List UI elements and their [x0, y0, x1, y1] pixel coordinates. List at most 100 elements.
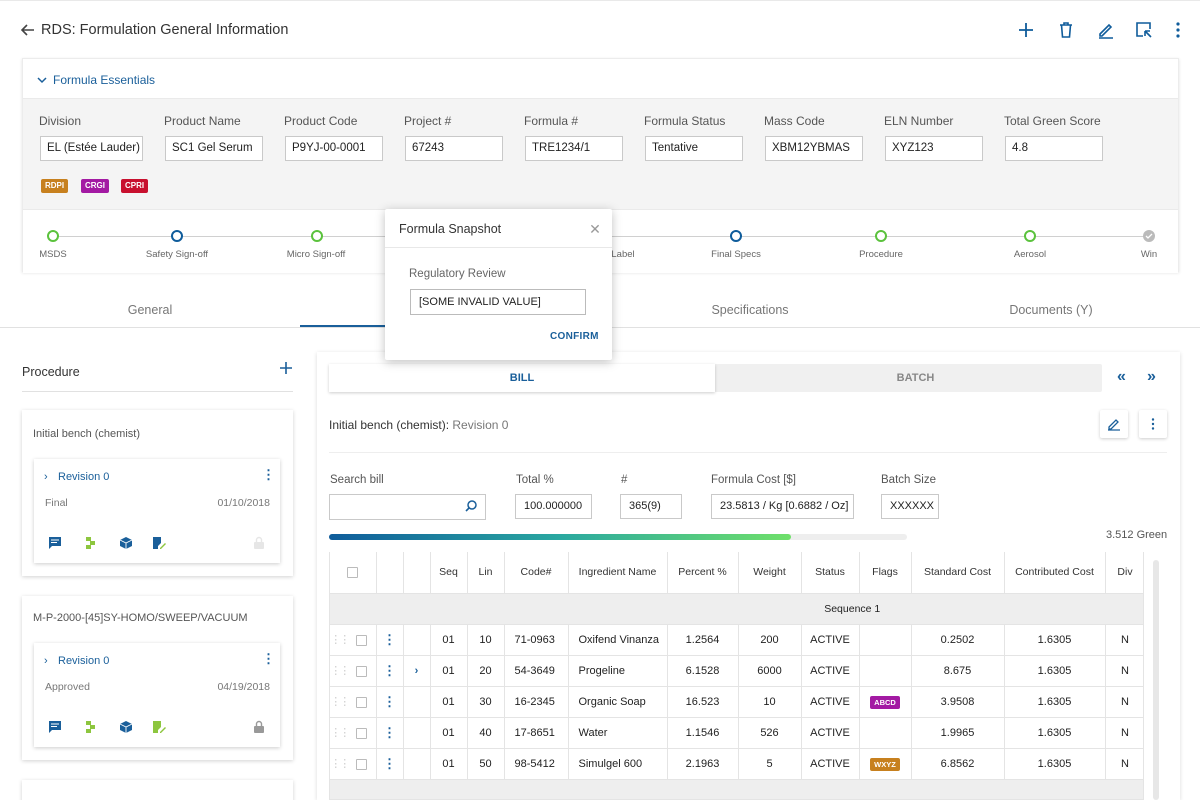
drag-handle-icon[interactable]: ⋮⋮: [330, 665, 350, 677]
edit-icon[interactable]: [1094, 19, 1118, 43]
procedure-card[interactable]: M-P-2000-[45]SY-HOMO/SWEEP/VACUUM › Revi…: [22, 596, 293, 760]
header-contributed-cost[interactable]: Contributed Cost: [1004, 552, 1106, 594]
add-procedure-icon[interactable]: [278, 361, 294, 377]
select-all-cell[interactable]: [330, 552, 377, 594]
drag-handle-icon[interactable]: ⋮⋮: [330, 758, 350, 770]
formula-number-field[interactable]: TRE1234/1: [525, 136, 623, 161]
table-row[interactable]: ⋮⋮ ⋮ 01 40 17-8651 Water 1.1546 526 ACTI…: [330, 717, 1143, 749]
chevron-right-icon[interactable]: ›: [44, 655, 48, 667]
row-menu-icon[interactable]: ⋮: [383, 663, 396, 678]
row-menu-icon[interactable]: ⋮: [383, 756, 396, 771]
tab-specifications[interactable]: Specifications: [711, 303, 788, 317]
search-bill-input[interactable]: [329, 494, 486, 520]
header-flags[interactable]: Flags: [859, 552, 912, 594]
more-vert-icon[interactable]: ⋮: [262, 467, 275, 483]
cell-standard-cost: 3.9508: [911, 686, 1005, 718]
back-arrow-icon[interactable]: [18, 22, 38, 40]
product-code-field[interactable]: P9YJ-00-0001: [285, 136, 383, 161]
drag-handle-icon[interactable]: ⋮⋮: [330, 696, 350, 708]
division-field[interactable]: EL (Estée Lauder): [40, 136, 143, 161]
batch-toggle-button[interactable]: BATCH: [729, 364, 1102, 392]
step-final-specs-dot[interactable]: [730, 230, 742, 242]
select-all-checkbox[interactable]: [347, 566, 359, 578]
table-row[interactable]: ⋮⋮ ⋮ 01 50 98-5412 Simulgel 600 2.1963 5…: [330, 748, 1143, 780]
row-menu-icon[interactable]: ⋮: [383, 632, 396, 647]
search-icon[interactable]: [464, 499, 480, 515]
bill-toggle-button[interactable]: BILL: [329, 364, 715, 392]
procedure-card[interactable]: Initial bench (chemist) › Revision 0 ⋮ F…: [22, 410, 293, 576]
header-code[interactable]: Code#: [504, 552, 569, 594]
chevron-right-icon[interactable]: ›: [415, 665, 419, 677]
close-icon[interactable]: ✕: [588, 222, 602, 236]
formula-cost-field[interactable]: 23.5813 / Kg [0.6882 / Oz]: [711, 494, 854, 519]
step-win-dot[interactable]: [1143, 230, 1155, 242]
eln-number-field[interactable]: XYZ123: [885, 136, 983, 161]
chevron-down-icon[interactable]: [36, 73, 48, 85]
table-scrollbar[interactable]: [1153, 560, 1159, 800]
product-name-field[interactable]: SC1 Gel Serum: [165, 136, 263, 161]
total-percent-field[interactable]: 100.000000: [515, 494, 592, 519]
double-chevron-left-icon[interactable]: «: [1117, 368, 1126, 386]
edit-icon[interactable]: [1100, 410, 1128, 438]
procedure-card[interactable]: [22, 780, 293, 800]
row-checkbox[interactable]: [356, 727, 368, 739]
total-green-score-field[interactable]: 4.8: [1005, 136, 1103, 161]
more-vert-icon[interactable]: ⋮: [262, 651, 275, 667]
row-checkbox[interactable]: [356, 634, 368, 646]
tab-general[interactable]: General: [128, 303, 172, 317]
row-checkbox[interactable]: [356, 665, 368, 677]
table-row[interactable]: ⋮⋮ ⋮ 01 30 16-2345 Organic Soap 16.523 1…: [330, 686, 1143, 718]
row-menu-icon[interactable]: ⋮: [383, 725, 396, 740]
double-chevron-right-icon[interactable]: »: [1147, 368, 1156, 386]
drag-handle-icon[interactable]: ⋮⋮: [330, 634, 350, 646]
table-row[interactable]: ⋮⋮ ⋮ › 01 20 54-3649 Progeline 6.1528 60…: [330, 655, 1143, 687]
step-msds-dot[interactable]: [47, 230, 59, 242]
header-ingredient-name[interactable]: Ingredient Name: [568, 552, 668, 594]
tab-documents[interactable]: Documents (Y): [1009, 303, 1092, 317]
comment-icon[interactable]: [48, 720, 64, 736]
box-icon[interactable]: [119, 720, 135, 736]
count-field[interactable]: 365(9): [620, 494, 682, 519]
header-standard-cost[interactable]: Standard Cost: [911, 552, 1005, 594]
select-icon[interactable]: [1132, 19, 1156, 43]
more-vert-icon[interactable]: [1139, 410, 1167, 438]
flow-icon[interactable]: [84, 536, 100, 552]
edit-document-icon[interactable]: [152, 720, 168, 736]
row-checkbox[interactable]: [356, 758, 368, 770]
confirm-button[interactable]: CONFIRM: [550, 331, 599, 342]
step-aerosol-dot[interactable]: [1024, 230, 1036, 242]
more-vert-icon[interactable]: [1166, 19, 1190, 43]
chevron-right-icon[interactable]: ›: [44, 471, 48, 483]
drag-handle-icon[interactable]: ⋮⋮: [330, 727, 350, 739]
comment-icon[interactable]: [48, 536, 64, 552]
revision-label[interactable]: Revision 0: [58, 471, 109, 483]
batch-size-field[interactable]: XXXXXX: [881, 494, 939, 519]
box-icon[interactable]: [119, 536, 135, 552]
header-weight[interactable]: Weight: [738, 552, 802, 594]
mass-code-field[interactable]: XBM12YBMAS: [765, 136, 863, 161]
add-icon[interactable]: [1014, 19, 1038, 43]
row-checkbox[interactable]: [356, 696, 368, 708]
delete-icon[interactable]: [1054, 19, 1078, 43]
regulatory-review-input[interactable]: [410, 289, 586, 315]
header-seq[interactable]: Seq: [430, 552, 468, 594]
project-number-field[interactable]: 67243: [405, 136, 503, 161]
essentials-header[interactable]: Formula Essentials: [23, 59, 1178, 99]
header-lin[interactable]: Lin: [467, 552, 505, 594]
revision-box[interactable]: › Revision 0 ⋮ Final 01/10/2018: [34, 459, 280, 563]
table-row[interactable]: ⋮⋮ ⋮ 01 10 71-0963 Oxifend Vinanza 1.256…: [330, 624, 1143, 656]
formula-status-field[interactable]: Tentative: [645, 136, 743, 161]
header-status[interactable]: Status: [801, 552, 860, 594]
revision-box[interactable]: › Revision 0 ⋮ Approved 04/19/2018: [34, 643, 280, 747]
flow-icon[interactable]: [84, 720, 100, 736]
header-percent[interactable]: Percent %: [667, 552, 739, 594]
row-menu-icon[interactable]: ⋮: [383, 694, 396, 709]
step-safety-dot[interactable]: [171, 230, 183, 242]
revision-label[interactable]: Revision 0: [58, 655, 109, 667]
edit-document-icon[interactable]: [152, 536, 168, 552]
step-micro-dot[interactable]: [311, 230, 323, 242]
expand-cell[interactable]: ›: [403, 655, 431, 687]
header-div[interactable]: Div: [1105, 552, 1143, 594]
step-procedure-dot[interactable]: [875, 230, 887, 242]
step-msds-label: MSDS: [39, 249, 67, 260]
